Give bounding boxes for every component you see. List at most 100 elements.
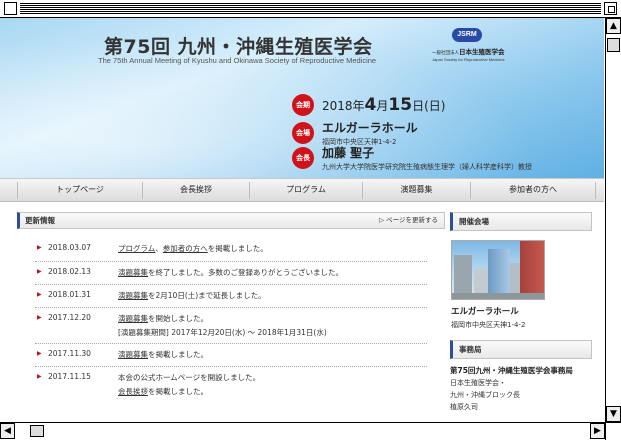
bullet-icon: ▶: [37, 291, 42, 298]
chair-badge: 会長: [292, 147, 314, 169]
news-link[interactable]: 演題募集: [118, 350, 148, 359]
bullet-icon: ▶: [37, 350, 42, 357]
venue-badge: 会場: [292, 122, 314, 144]
society-name: 一般社団法人日本生殖医学会: [432, 46, 516, 56]
scroll-down-arrow-icon[interactable]: ▼: [606, 406, 621, 422]
bullet-icon: ▶: [37, 314, 42, 321]
chair-affiliation: 九州大学大学院医学研究院生殖病態生理学（婦人科学産科学）教授: [322, 163, 532, 171]
news-date: 2018.01.31: [48, 290, 91, 299]
news-item: ▶ 2017.11.15 本会の公式ホームページを開設しました。会長挨拶を掲載し…: [35, 367, 427, 403]
meeting-date: 2018年4月15日(日): [322, 95, 445, 115]
news-item: ▶ 2018.01.31 演題募集を2月10日(土)まで延長しました。: [35, 285, 427, 308]
sidebar-venue-address: 福岡市中央区天神1-4-2: [451, 321, 526, 329]
nav-abstracts[interactable]: 演題募集: [363, 179, 470, 202]
resize-grip-icon[interactable]: [605, 423, 621, 440]
page-header: 第75回 九州・沖縄生殖医学会 The 75th Annual Meeting …: [0, 18, 604, 178]
nav-top-page[interactable]: トップページ: [18, 179, 142, 202]
venue-photo[interactable]: [451, 240, 545, 300]
news-section: 更新情報 ▷ ページを更新する ▶ 2018.03.07 プログラム、参加者の方…: [17, 212, 445, 396]
date-month: 4: [364, 95, 377, 115]
bullet-icon: ▶: [37, 268, 42, 275]
news-header: 更新情報 ▷ ページを更新する: [17, 212, 445, 229]
horizontal-scroll-thumb[interactable]: [30, 425, 44, 437]
society-english: Japan Society for Reproductive Medicine: [432, 57, 505, 62]
chair-name: 加藤 聖子: [322, 146, 375, 160]
news-date: 2017.12.20: [48, 313, 91, 322]
news-text: 、: [155, 244, 163, 253]
bullet-icon: ▶: [37, 244, 42, 251]
info-date: 会期 2018年4月15日(日): [292, 94, 445, 116]
scroll-right-arrow-icon[interactable]: ▶: [590, 423, 605, 439]
news-link[interactable]: 演題募集: [118, 314, 148, 323]
horizontal-scrollbar[interactable]: ◀ ▶: [0, 422, 621, 440]
society-name-text: 日本生殖医学会: [459, 48, 505, 56]
close-box[interactable]: [4, 2, 17, 15]
office-name: 第75回九州・沖縄生殖医学会事務局: [450, 366, 573, 375]
conference-subtitle: The 75th Annual Meeting of Kyushu and Ok…: [98, 56, 377, 65]
society-prefix: 一般社団法人: [432, 51, 459, 56]
date-month-unit: 月: [376, 99, 389, 113]
vertical-scrollbar[interactable]: ▲ ▼: [605, 18, 621, 422]
news-body: 演題募集を2月10日(土)まで延長しました。: [118, 290, 427, 301]
jsrm-badge: JSRM: [452, 28, 482, 42]
building-shape: [520, 241, 544, 299]
news-link[interactable]: 演題募集: [118, 291, 148, 300]
news-date: 2018.02.13: [48, 267, 91, 276]
office-section-title: 事務局: [450, 340, 592, 359]
date-weekday: (日): [424, 99, 446, 113]
news-body: 演題募集を終了しました。多数のご登録ありがとうございました。: [118, 267, 427, 278]
scroll-up-arrow-icon[interactable]: ▲: [606, 18, 621, 34]
title-bar-stripes: [20, 3, 601, 14]
nav-program[interactable]: プログラム: [250, 179, 362, 202]
news-text: を掲載しました。: [207, 244, 268, 253]
news-text: を掲載しました。: [148, 350, 208, 359]
news-body: 演題募集を開始しました。 [演題募集期間] 2017年12月20日(水) ～ 20…: [118, 313, 427, 338]
news-date: 2017.11.15: [48, 372, 91, 381]
info-chair: 会長 加藤 聖子 九州大学大学院医学研究院生殖病態生理学（婦人科学産科学）教授: [292, 144, 532, 172]
date-day-unit: 日: [412, 99, 425, 113]
office-line: 植原久司: [450, 403, 478, 411]
news-item: ▶ 2018.02.13 演題募集を終了しました。多数のご登録ありがとうございま…: [35, 262, 427, 285]
news-text: を終了しました。多数のご登録ありがとうございました。: [148, 268, 343, 277]
vertical-scroll-thumb[interactable]: [607, 38, 620, 52]
sidebar-venue-name[interactable]: エルガーラホール: [451, 305, 592, 317]
date-day: 15: [388, 95, 413, 115]
news-link[interactable]: 会長挨拶: [118, 387, 148, 396]
news-body: 演題募集を掲載しました。: [118, 349, 427, 360]
date-badge: 会期: [292, 94, 314, 116]
news-date: 2017.11.30: [48, 349, 91, 358]
news-item: ▶ 2017.12.20 演題募集を開始しました。 [演題募集期間] 2017年1…: [35, 308, 427, 344]
news-more-link[interactable]: ▷ ページを更新する: [379, 213, 438, 228]
nav-participants[interactable]: 参加者の方へ: [471, 179, 595, 202]
news-detail: 会長挨拶を掲載しました。: [118, 386, 427, 397]
office-line: 九州・沖縄ブロック長: [450, 391, 520, 399]
news-text: を2月10日(土)まで延長しました。: [148, 291, 266, 300]
news-title: 更新情報: [25, 216, 55, 225]
page-viewport: 第75回 九州・沖縄生殖医学会 The 75th Annual Meeting …: [0, 18, 604, 422]
window-title-bar[interactable]: [0, 0, 621, 18]
news-detail: [演題募集期間] 2017年12月20日(水) ～ 2018年1月31日(水): [118, 328, 327, 337]
news-link[interactable]: 参加者の方へ: [163, 244, 208, 253]
conference-title: 第75回 九州・沖縄生殖医学会: [104, 36, 373, 58]
zoom-box[interactable]: [604, 2, 617, 15]
scroll-left-arrow-icon[interactable]: ◀: [0, 423, 15, 439]
global-nav: トップページ 会長挨拶 プログラム 演題募集 参加者の方へ: [0, 178, 604, 202]
venue-name: エルガーラホール: [322, 121, 418, 135]
sidebar: 開催会場 エルガーラホール 福岡市中央区天神1-4-2 事務局 第75回九州・沖…: [450, 212, 592, 412]
news-body: プログラム、参加者の方へを掲載しました。: [118, 243, 427, 254]
street-shape: [452, 293, 544, 299]
building-shape: [488, 249, 510, 299]
news-item: ▶ 2018.03.07 プログラム、参加者の方へを掲載しました。: [35, 239, 427, 262]
nav-greeting[interactable]: 会長挨拶: [143, 179, 249, 202]
news-item: ▶ 2017.11.30 演題募集を掲載しました。: [35, 344, 427, 367]
bullet-icon: ▶: [37, 373, 42, 380]
office-line: 日本生殖医学会・: [450, 379, 506, 387]
venue-section-title: 開催会場: [450, 212, 592, 231]
news-text: 本会の公式ホームページを開設しました。: [118, 373, 261, 382]
news-link[interactable]: 演題募集: [118, 268, 148, 277]
info-venue: 会場 エルガーラホール 福岡市中央区天神1-4-2: [292, 119, 418, 147]
news-link[interactable]: プログラム: [118, 244, 155, 253]
society-logo[interactable]: JSRM 一般社団法人日本生殖医学会 Japan Society for Rep…: [432, 28, 516, 62]
news-body: 本会の公式ホームページを開設しました。会長挨拶を掲載しました。: [118, 372, 427, 397]
news-date: 2018.03.07: [48, 243, 91, 252]
